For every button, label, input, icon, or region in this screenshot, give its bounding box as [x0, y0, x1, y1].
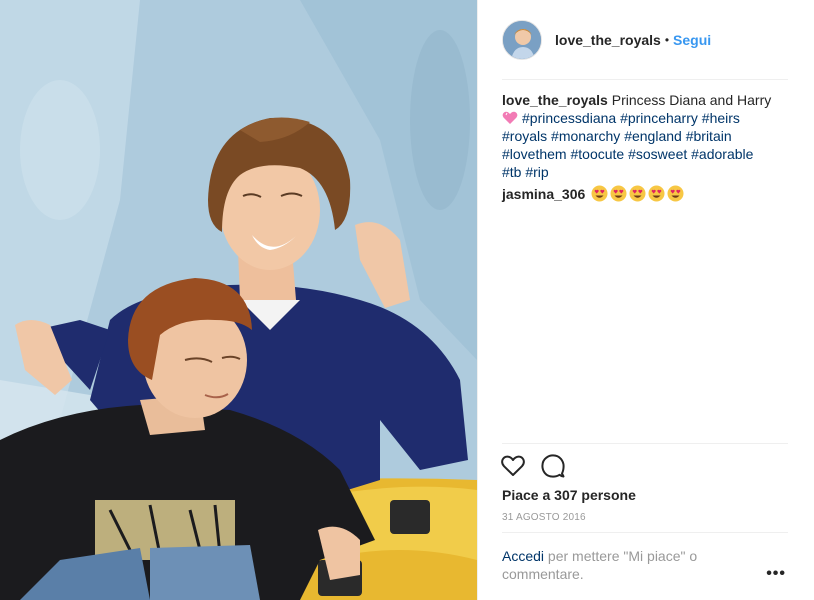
sparkling-heart-icon [502, 111, 518, 124]
more-options-button[interactable]: ••• [766, 565, 786, 583]
comment-bubble-icon[interactable] [540, 453, 566, 479]
hashtag-britain[interactable]: #britain [686, 128, 732, 144]
header-username[interactable]: love_the_royals [555, 32, 661, 48]
login-link[interactable]: Accedi [502, 548, 544, 564]
heart-eyes-emoji-icon [629, 185, 646, 202]
hashtag-lovethem[interactable]: #lovethem [502, 146, 567, 162]
heart-eyes-emoji-icon [648, 185, 665, 202]
hashtag-princessdiana[interactable]: #princessdiana [522, 110, 616, 126]
post-caption: love_the_royals Princess Diana and Harry… [502, 91, 792, 181]
heart-outline-icon[interactable] [500, 453, 526, 479]
hashtag-monarchy[interactable]: #monarchy [551, 128, 620, 144]
likes-count[interactable]: Piace a 307 persone [502, 487, 636, 503]
hashtag-princeharry[interactable]: #princeharry [620, 110, 698, 126]
post-sidebar: love_the_royals • Segui love_the_royals … [477, 0, 814, 600]
hashtag-tb[interactable]: #tb [502, 164, 521, 180]
avatar[interactable] [502, 20, 542, 60]
follow-button[interactable]: Segui [673, 32, 711, 48]
post-actions [500, 453, 566, 479]
post-photo [0, 0, 477, 600]
hashtag-adorable[interactable]: #adorable [691, 146, 753, 162]
hashtag-england[interactable]: #england [624, 128, 682, 144]
heart-eyes-emoji-icon [591, 185, 608, 202]
comment-item: jasmina_306 [502, 185, 792, 203]
photo-illustration [0, 0, 477, 600]
hashtag-rip[interactable]: #rip [525, 164, 548, 180]
post-header: love_the_royals • Segui [478, 0, 814, 80]
comment-username[interactable]: jasmina_306 [502, 186, 585, 202]
hashtag-heirs[interactable]: #heirs [702, 110, 740, 126]
caption-text: Princess Diana and Harry [611, 92, 772, 108]
bottom-divider [502, 532, 788, 533]
header-divider [502, 79, 788, 80]
header-separator: • [664, 33, 670, 47]
hashtag-sosweet[interactable]: #sosweet [628, 146, 687, 162]
heart-eyes-emoji-icon [667, 185, 684, 202]
heart-eyes-emoji-icon [610, 185, 627, 202]
post-date: 31 AGOSTO 2016 [502, 512, 586, 523]
login-prompt: Accedi per mettere "Mi piace" o commenta… [502, 547, 742, 583]
hashtag-toocute[interactable]: #toocute [570, 146, 624, 162]
hashtag-royals[interactable]: #royals [502, 128, 547, 144]
caption-username[interactable]: love_the_royals [502, 92, 608, 108]
avatar-image [503, 21, 541, 59]
actions-divider [502, 443, 788, 444]
